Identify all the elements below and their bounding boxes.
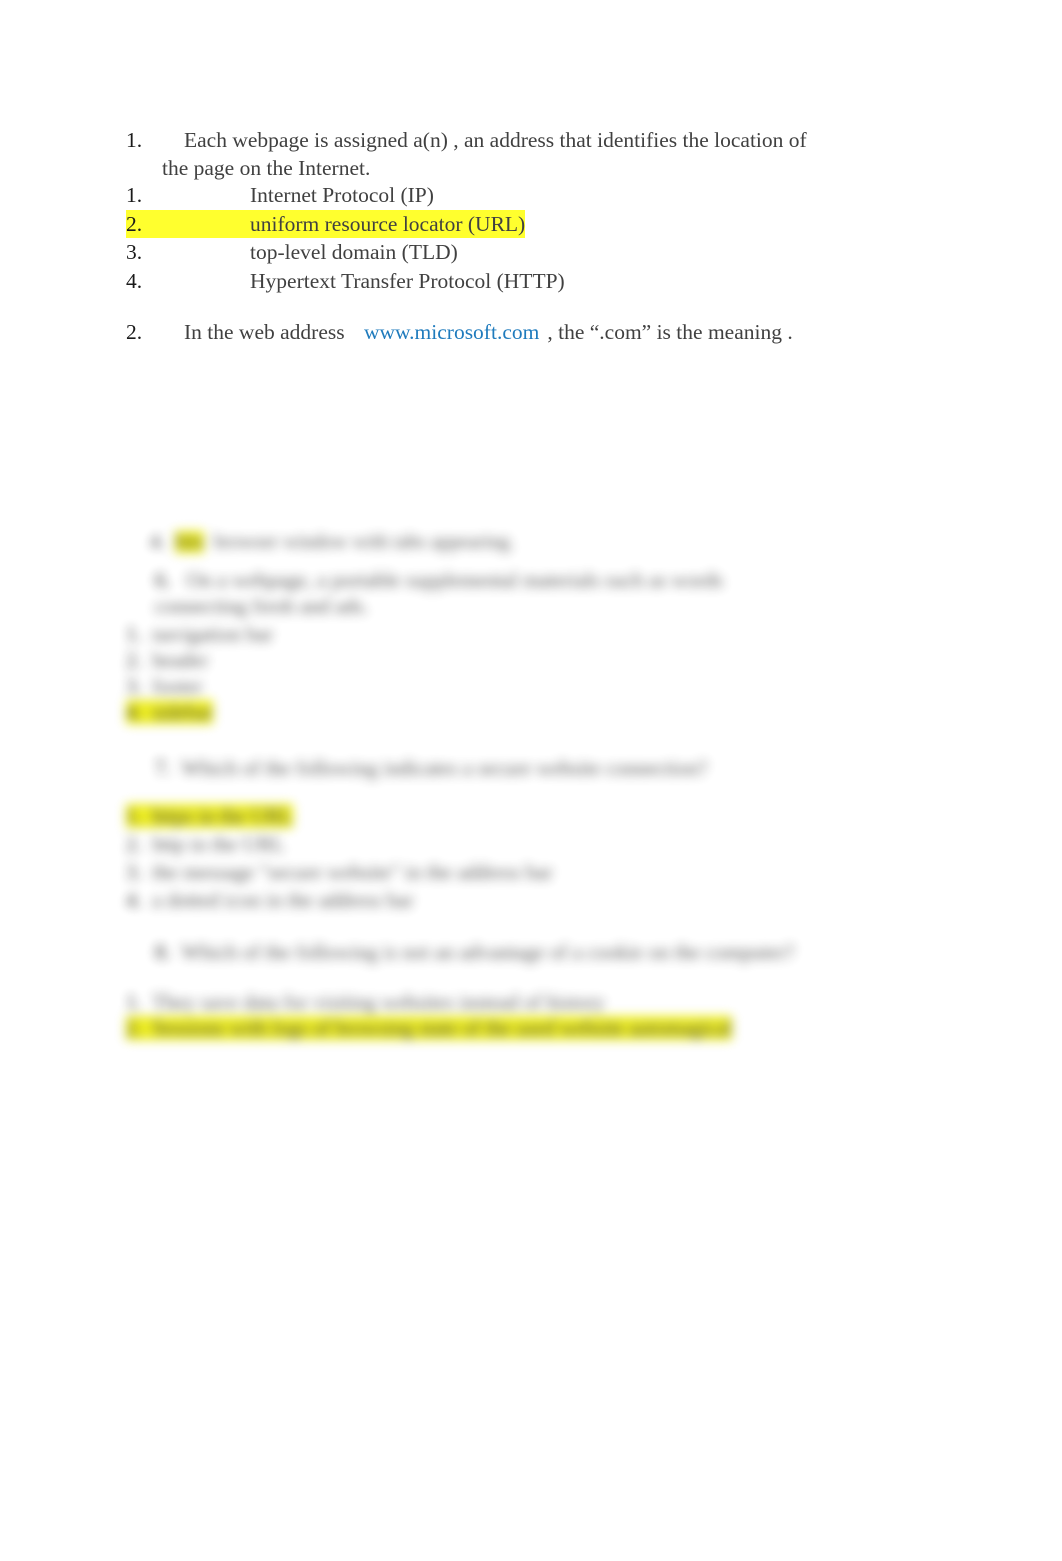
- question-1-choice-4-number: 4.: [126, 268, 143, 293]
- question-2: 2. In the web address www.microsoft.com,…: [126, 318, 926, 346]
- question-1-choice-1[interactable]: 1. Internet Protocol (IP): [126, 181, 926, 210]
- question-2-prompt-suffix: , the “.com” is the meaning .: [547, 320, 793, 344]
- question-2-prompt: In the web address www.microsoft.com , th…: [184, 318, 926, 346]
- question-1-prompt-line-1: Each webpage is assigned a(n) , an addre…: [184, 128, 807, 152]
- microsoft-link[interactable]: www.microsoft.com: [364, 320, 539, 344]
- question-1-choice-2-number: 2.: [126, 209, 250, 238]
- legible-content-region: 1. Each webpage is assigned a(n) , an ad…: [0, 0, 1062, 500]
- blurred-question-1-choice-3[interactable]: 3. footer: [126, 673, 202, 699]
- question-2-prompt-row: 2. In the web address www.microsoft.com,…: [126, 318, 926, 346]
- blurred-cut-line: 4. hits browser window with tabs appeari…: [150, 531, 515, 553]
- blurred-question-1-line-1: 6. On a webpage, a portable supplemental…: [155, 568, 723, 592]
- question-1-choices: 1. Internet Protocol (IP) 2. uniform res…: [126, 181, 926, 295]
- blurred-question-3-prompt: 8. Which of the following is not an adva…: [155, 940, 795, 964]
- question-1-choice-4[interactable]: 4. Hypertext Transfer Protocol (HTTP): [126, 267, 926, 296]
- document-page: 1. Each webpage is assigned a(n) , an ad…: [0, 0, 1062, 1561]
- question-1-choice-4-label: Hypertext Transfer Protocol (HTTP): [250, 268, 565, 293]
- question-1-choice-3-label: top-level domain (TLD): [250, 240, 458, 264]
- blurred-content-clip: 4. hits browser window with tabs appeari…: [0, 515, 1062, 1075]
- question-1-choice-2[interactable]: 2. uniform resource locator (URL): [126, 209, 526, 238]
- blurred-question-2-choice-3[interactable]: 3. the message "secure website" in the a…: [126, 859, 553, 885]
- blurred-question-3-choice-1[interactable]: 1. They save data for visiting websites …: [126, 989, 605, 1015]
- question-1: 1. Each webpage is assigned a(n) , an ad…: [126, 126, 926, 182]
- blurred-question-2-prompt: 7. Which of the following indicates a se…: [155, 756, 708, 780]
- blurred-question-1-choice-1[interactable]: 1. navigation bar: [126, 621, 273, 647]
- question-1-choice-1-label: Internet Protocol (IP): [250, 183, 434, 207]
- blurred-question-2-choice-2[interactable]: 2. http in the URL: [126, 831, 285, 857]
- blurred-question-1-choice-4[interactable]: 4. sidebar: [126, 699, 213, 725]
- blurred-question-3-choice-2[interactable]: 2. Sessions with logs of browsing state …: [126, 1015, 732, 1041]
- question-1-choice-2-label: uniform resource locator (URL): [250, 209, 526, 238]
- question-1-prompt-row: 1. Each webpage is assigned a(n) , an ad…: [126, 126, 926, 154]
- question-1-choice-1-number: 1.: [126, 183, 143, 207]
- question-1-number: 1.: [126, 128, 143, 152]
- question-1-prompt-line-2: the page on the Internet.: [162, 156, 371, 180]
- question-1-choice-3-number: 3.: [126, 240, 143, 264]
- blurred-question-1-choice-2[interactable]: 2. header: [126, 647, 208, 673]
- question-2-number: 2.: [126, 320, 143, 344]
- blurred-question-2-choice-1[interactable]: 1. https in the URL: [126, 803, 293, 829]
- blurred-question-1-line-2: connecting fresh and ads.: [155, 594, 369, 618]
- blurred-content-region: 4. hits browser window with tabs appeari…: [0, 515, 1062, 1075]
- blurred-question-2-choice-4[interactable]: 4. a dotted icon in the address bar: [126, 887, 414, 913]
- question-1-choice-3[interactable]: 3. top-level domain (TLD): [126, 238, 926, 267]
- question-2-prompt-prefix: In the web address: [184, 320, 345, 344]
